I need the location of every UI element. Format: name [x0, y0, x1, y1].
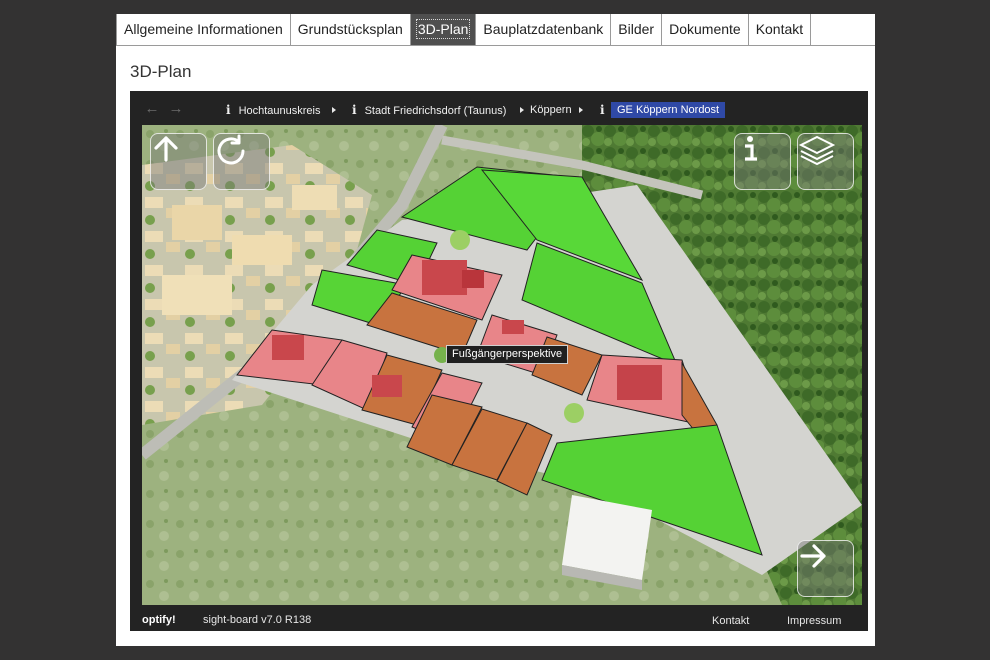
tab-bilder[interactable]: Bilder: [611, 14, 663, 45]
breadcrumb: ← → i Hochtaunuskreis i Stadt Friedrichsdo…: [130, 99, 868, 121]
tab-dokumente[interactable]: Dokumente: [662, 14, 749, 45]
breadcrumb-label: GE Köppern Nordost: [617, 104, 720, 116]
tab-label: Bilder: [618, 21, 655, 37]
version-text: sight-board v7.0 R138: [203, 614, 312, 626]
rotate-button[interactable]: [213, 133, 270, 190]
tab-3d-plan[interactable]: 3D-Plan: [410, 14, 477, 45]
3d-map-canvas[interactable]: Fußgängerperspektive: [142, 125, 862, 605]
chevron-right-icon: [520, 102, 526, 118]
arrow-up-button[interactable]: [150, 133, 207, 190]
tab-label: Allgemeine Informationen: [124, 21, 283, 37]
arrow-right-icon: [800, 544, 826, 568]
aerial-map-image: [142, 125, 862, 605]
forward-arrow-icon[interactable]: →: [168, 101, 184, 117]
tab-label: Grundstücksplan: [297, 21, 403, 37]
info-icon: [745, 136, 757, 161]
viewer-footer: optify! sight-board v7.0 R138 Kontakt Im…: [130, 609, 868, 631]
info-icon: i: [226, 103, 231, 117]
tab-label: 3D-Plan: [415, 19, 471, 39]
tab-grundstuecksplan[interactable]: Grundstücksplan: [291, 14, 411, 45]
breadcrumb-item-hochtaunuskreis[interactable]: i Hochtaunuskreis: [226, 102, 321, 118]
info-icon: i: [352, 103, 357, 117]
arrow-up-icon: [154, 136, 178, 162]
main-tabs: Allgemeine Informationen Grundstücksplan…: [116, 14, 875, 46]
content-panel: Allgemeine Informationen Grundstücksplan…: [116, 14, 875, 646]
rotate-icon: [217, 134, 245, 165]
arrow-right-button[interactable]: [797, 540, 854, 597]
tab-label: Dokumente: [669, 21, 741, 37]
map-tooltip: Fußgängerperspektive: [446, 345, 569, 364]
footer-link-impressum[interactable]: Impressum: [787, 615, 841, 627]
breadcrumb-label: Köppern: [530, 104, 572, 116]
chevron-right-icon: [332, 102, 338, 118]
back-arrow-icon[interactable]: ←: [144, 101, 160, 117]
page-title: 3D-Plan: [130, 62, 192, 81]
layers-button[interactable]: [797, 133, 854, 190]
breadcrumb-item-friedrichsdorf[interactable]: i Stadt Friedrichsdorf (Taunus): [352, 102, 506, 118]
brand-logo: optify!: [142, 614, 176, 626]
tab-allgemeine-informationen[interactable]: Allgemeine Informationen: [116, 14, 291, 45]
tab-label: Kontakt: [755, 21, 804, 37]
breadcrumb-label: Hochtaunuskreis: [238, 105, 321, 117]
breadcrumb-item-koeppern[interactable]: Köppern: [530, 102, 572, 118]
tab-kontakt[interactable]: Kontakt: [749, 14, 812, 45]
breadcrumb-item-current[interactable]: GE Köppern Nordost: [611, 102, 726, 118]
layers-icon: [798, 135, 836, 166]
chevron-right-icon: [579, 102, 585, 118]
footer-link-kontakt[interactable]: Kontakt: [712, 615, 749, 627]
tab-bauplatzdatenbank[interactable]: Bauplatzdatenbank: [476, 14, 612, 45]
tab-label: Bauplatzdatenbank: [483, 21, 604, 37]
3d-viewer: ← → i Hochtaunuskreis i Stadt Friedrichsdo…: [130, 91, 868, 631]
info-button[interactable]: [734, 133, 791, 190]
breadcrumb-label: Stadt Friedrichsdorf (Taunus): [364, 105, 507, 117]
